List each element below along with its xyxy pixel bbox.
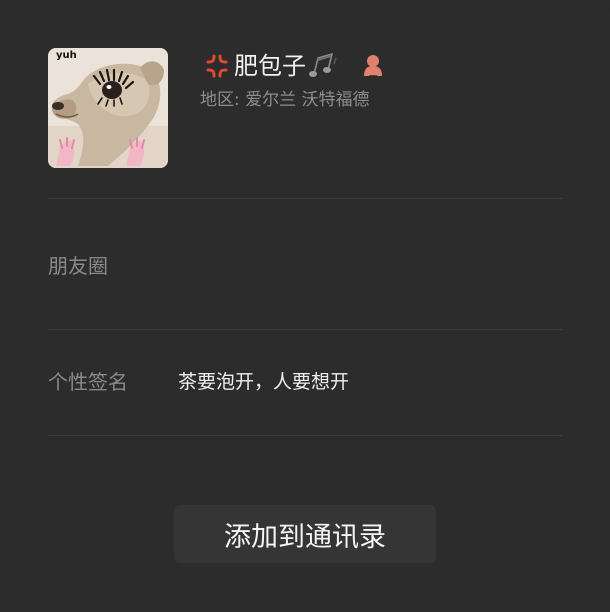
- avatar-image: [48, 48, 168, 168]
- moments-row[interactable]: 朋友圈: [48, 252, 108, 280]
- signature-value: 茶要泡开，人要想开: [178, 371, 350, 393]
- add-to-contacts-button[interactable]: 添加到通讯录: [174, 505, 436, 563]
- contact-card: yuh 肥包子 地区: 爱尔兰 沃特福德 朋友圈 个性签名 茶要泡开，人要想开 …: [0, 0, 610, 612]
- signature-label: 个性签名: [48, 370, 128, 394]
- music-notes-icon: [309, 52, 337, 77]
- anger-symbol-icon: [206, 54, 228, 78]
- divider: [48, 329, 562, 330]
- divider: [48, 435, 562, 436]
- avatar-caption: yuh: [56, 50, 77, 61]
- region-text: 地区: 爱尔兰 沃特福德: [200, 90, 370, 110]
- profile-name: 肥包子: [234, 52, 306, 80]
- female-icon: [364, 55, 382, 77]
- divider: [48, 198, 562, 199]
- profile-name-row: 肥包子: [204, 50, 340, 82]
- avatar[interactable]: yuh: [48, 48, 168, 168]
